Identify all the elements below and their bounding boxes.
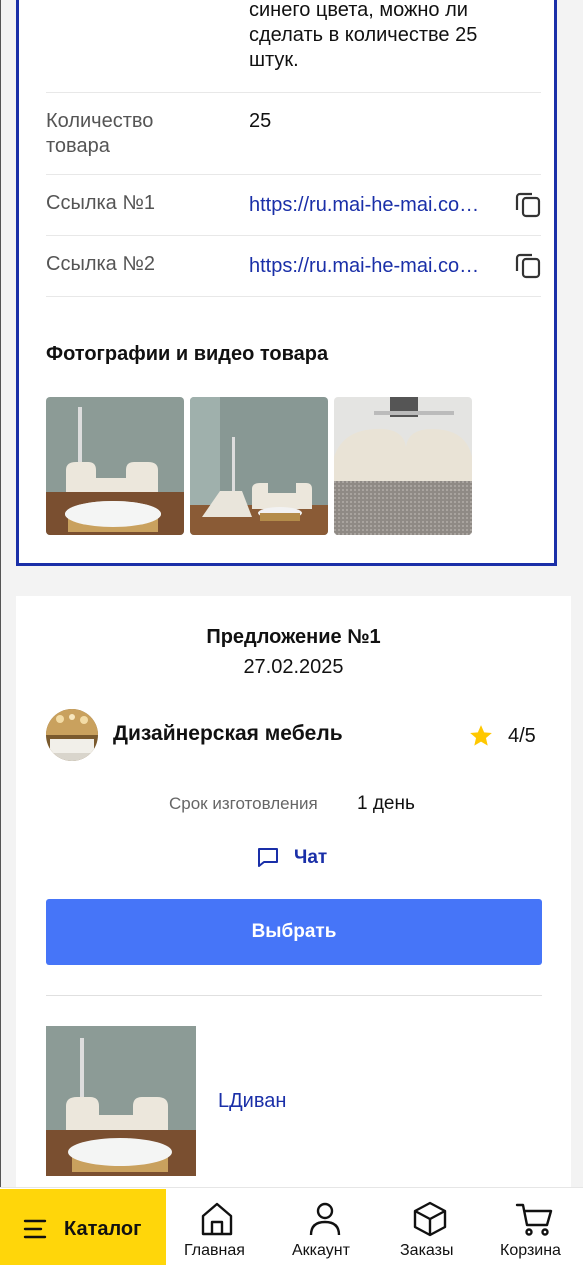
divider <box>46 995 542 996</box>
product-photo-thumbnail[interactable] <box>190 397 328 535</box>
catalog-button[interactable]: Каталог <box>0 1189 166 1265</box>
link-1-label: Ссылка №1 <box>46 192 155 214</box>
product-photo-thumbnail[interactable] <box>334 397 472 535</box>
request-details-card: синего цвета, можно ли сделать в количес… <box>16 0 557 566</box>
lead-time-value: 1 день <box>357 793 415 814</box>
seller-name[interactable]: Дизайнерская мебель <box>113 722 343 746</box>
link-1-url[interactable]: https://ru.mai-he-mai.com/product <box>249 193 493 218</box>
box-icon <box>413 1201 447 1237</box>
nav-label-cart: Корзина <box>500 1242 561 1259</box>
offer-card: Предложение №1 27.02.2025 Дизайнерская м… <box>16 596 571 1196</box>
lead-time-label: Срок изготовления <box>169 794 318 813</box>
user-icon <box>309 1202 341 1236</box>
catalog-label: Каталог <box>64 1218 142 1240</box>
nav-label-home: Главная <box>184 1242 245 1259</box>
offer-product-image[interactable] <box>46 1026 196 1176</box>
nav-label-account: Аккаунт <box>292 1242 350 1259</box>
offer-date: 27.02.2025 <box>243 656 344 678</box>
divider <box>46 235 541 236</box>
link-2-label: Ссылка №2 <box>46 253 155 275</box>
home-icon <box>201 1202 233 1236</box>
quantity-label: Количество товара <box>46 110 154 157</box>
seller-avatar[interactable] <box>46 709 98 761</box>
chat-label: Чат <box>294 847 328 868</box>
copy-icon <box>515 253 541 279</box>
seller-rating: 4/5 <box>508 725 536 747</box>
link-2-url[interactable]: https://ru.mai-he-mai.com/product <box>249 254 493 279</box>
cart-icon <box>515 1203 553 1236</box>
page-edge-rule <box>0 0 1 1190</box>
divider <box>46 296 541 297</box>
bottom-navigation: Каталог Главная Аккаунт Заказы Корзина <box>0 1187 583 1265</box>
chat-icon <box>258 848 278 867</box>
nav-item-cart[interactable]: Корзина <box>494 1189 579 1265</box>
nav-label-orders: Заказы <box>400 1242 454 1259</box>
offer-product-link[interactable]: LДиван <box>218 1090 286 1113</box>
copy-link-2-button[interactable] <box>513 250 543 280</box>
choose-offer-button[interactable]: Выбрать <box>46 899 542 965</box>
nav-item-home[interactable]: Главная <box>176 1189 258 1265</box>
media-section-title: Фотографии и видео товара <box>46 343 329 365</box>
chat-button[interactable]: Чат <box>256 844 346 872</box>
divider <box>46 174 541 175</box>
nav-item-orders[interactable]: Заказы <box>392 1189 472 1265</box>
product-photo-thumbnail[interactable] <box>46 397 184 535</box>
star-icon <box>470 725 492 746</box>
quantity-value: 25 <box>249 110 272 132</box>
copy-icon <box>515 192 541 218</box>
divider <box>46 92 541 93</box>
menu-icon <box>23 1219 47 1239</box>
offer-title: Предложение №1 <box>206 626 381 648</box>
request-description: синего цвета, можно ли сделать в количес… <box>249 0 478 71</box>
nav-item-account[interactable]: Аккаунт <box>284 1189 366 1265</box>
copy-link-1-button[interactable] <box>513 189 543 219</box>
